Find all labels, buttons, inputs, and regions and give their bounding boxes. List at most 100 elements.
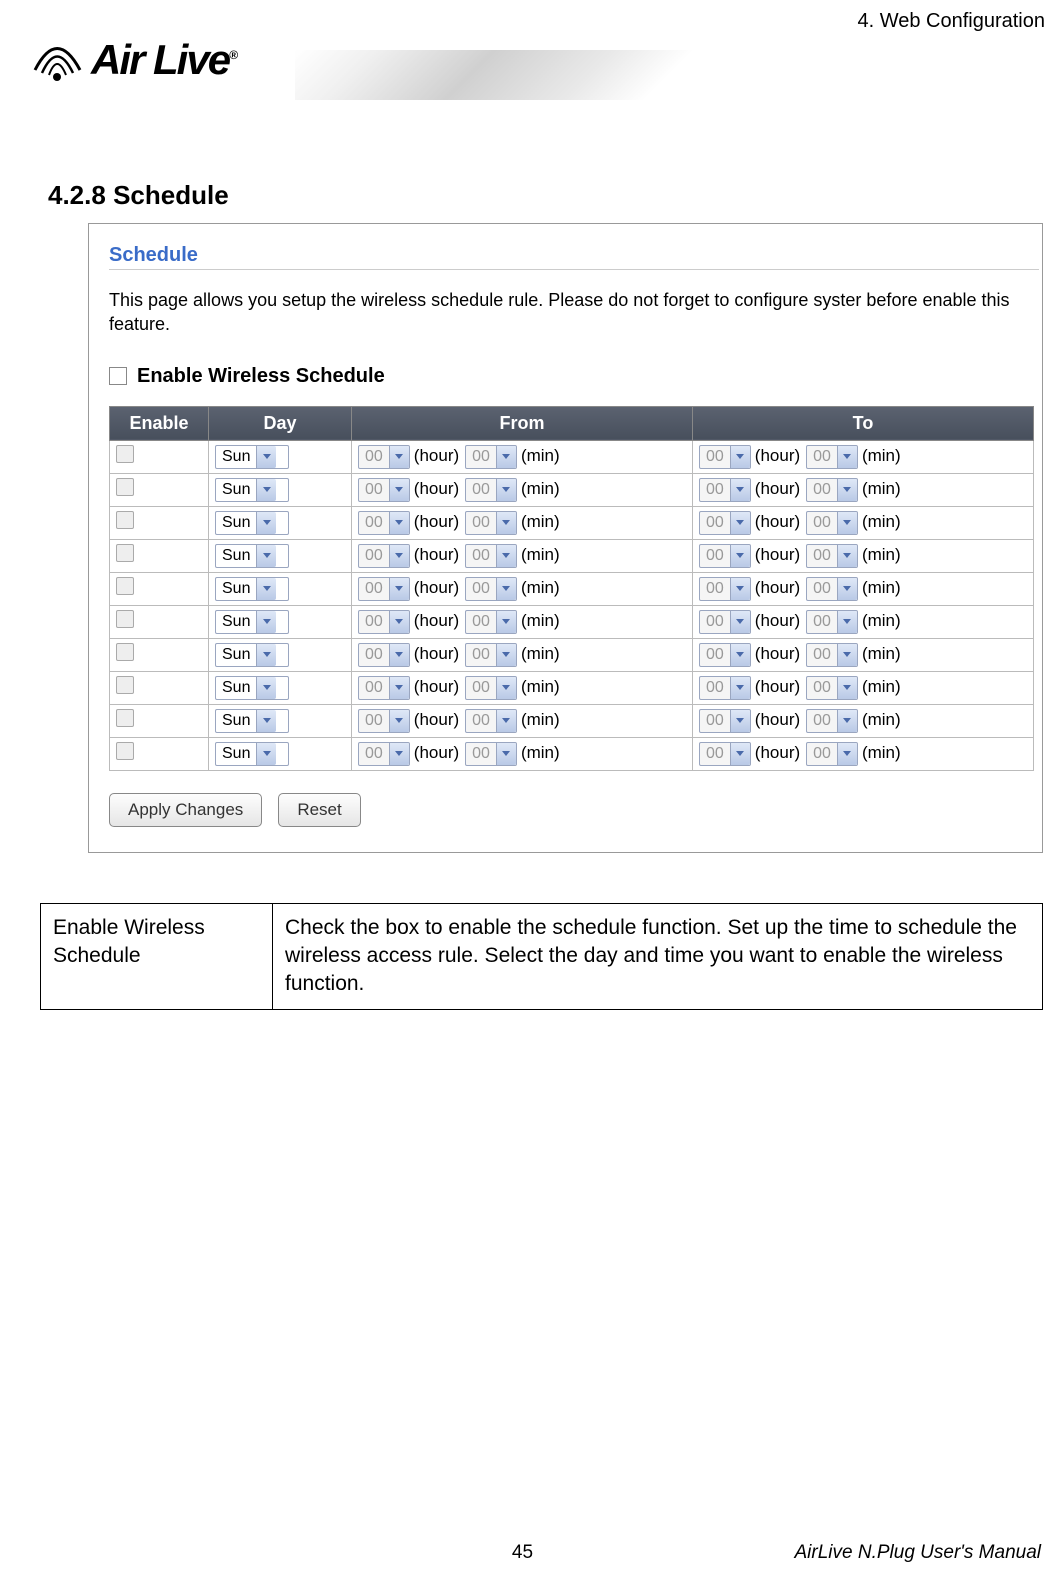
chevron-down-icon (837, 479, 857, 501)
row-enable-checkbox[interactable] (116, 478, 134, 496)
from-min-select[interactable]: 00 (465, 709, 517, 733)
chevron-down-icon (496, 644, 516, 666)
enable-wireless-label: Enable Wireless Schedule (137, 365, 385, 388)
row-enable-checkbox[interactable] (116, 610, 134, 628)
row-to-cell: 00(hour)00(min) (693, 440, 1034, 473)
day-select[interactable]: Sun (215, 445, 289, 469)
from-min-select[interactable]: 00 (465, 544, 517, 568)
from-min-select[interactable]: 00 (465, 610, 517, 634)
day-select[interactable]: Sun (215, 709, 289, 733)
schedule-title: Schedule (109, 244, 1039, 270)
to-hour-select[interactable]: 00 (699, 445, 751, 469)
row-to-cell: 00(hour)00(min) (693, 671, 1034, 704)
from-hour-select[interactable]: 00 (358, 676, 410, 700)
to-hour-select[interactable]: 00 (699, 676, 751, 700)
min-label: (min) (862, 743, 901, 762)
row-enable-checkbox[interactable] (116, 445, 134, 463)
to-min-select[interactable]: 00 (806, 544, 858, 568)
row-enable-checkbox[interactable] (116, 709, 134, 727)
to-hour-select[interactable]: 00 (699, 544, 751, 568)
min-label: (min) (521, 677, 560, 696)
to-hour-select[interactable]: 00 (699, 709, 751, 733)
row-day-cell: Sun (209, 737, 352, 770)
day-select[interactable]: Sun (215, 742, 289, 766)
to-min-select[interactable]: 00 (806, 610, 858, 634)
logo-text: Air Live® (91, 36, 236, 84)
row-from-cell: 00(hour)00(min) (352, 440, 693, 473)
day-select[interactable]: Sun (215, 478, 289, 502)
to-hour-select[interactable]: 00 (699, 643, 751, 667)
row-enable-checkbox[interactable] (116, 577, 134, 595)
to-hour-select[interactable]: 00 (699, 511, 751, 535)
to-min-select[interactable]: 00 (806, 577, 858, 601)
min-label: (min) (862, 677, 901, 696)
day-select[interactable]: Sun (215, 643, 289, 667)
to-min-select[interactable]: 00 (806, 445, 858, 469)
to-min-select[interactable]: 00 (806, 676, 858, 700)
from-hour-select[interactable]: 00 (358, 445, 410, 469)
to-min-select[interactable]: 00 (806, 478, 858, 502)
from-hour-select[interactable]: 00 (358, 544, 410, 568)
from-hour-select[interactable]: 00 (358, 577, 410, 601)
min-label: (min) (521, 446, 560, 465)
row-enable-checkbox[interactable] (116, 511, 134, 529)
to-min-select[interactable]: 00 (806, 643, 858, 667)
chevron-down-icon (837, 710, 857, 732)
chevron-down-icon (730, 710, 750, 732)
from-hour-select[interactable]: 00 (358, 478, 410, 502)
row-to-cell: 00(hour)00(min) (693, 506, 1034, 539)
from-min-select[interactable]: 00 (465, 676, 517, 700)
apply-changes-button[interactable]: Apply Changes (109, 793, 262, 827)
enable-wireless-checkbox[interactable] (109, 367, 127, 385)
from-min-select[interactable]: 00 (465, 577, 517, 601)
hour-label: (hour) (755, 512, 800, 531)
from-min-select[interactable]: 00 (465, 742, 517, 766)
row-enable-checkbox[interactable] (116, 676, 134, 694)
from-min-select[interactable]: 00 (465, 511, 517, 535)
wireless-signal-icon (30, 35, 85, 85)
min-label: (min) (862, 512, 901, 531)
row-from-cell: 00(hour)00(min) (352, 473, 693, 506)
row-enable-checkbox[interactable] (116, 643, 134, 661)
day-select[interactable]: Sun (215, 511, 289, 535)
row-day-cell: Sun (209, 440, 352, 473)
to-min-select[interactable]: 00 (806, 709, 858, 733)
from-hour-select[interactable]: 00 (358, 643, 410, 667)
from-min-select[interactable]: 00 (465, 445, 517, 469)
airlive-logo: Air Live® (30, 35, 236, 85)
day-select[interactable]: Sun (215, 610, 289, 634)
from-hour-select[interactable]: 00 (358, 610, 410, 634)
row-enable-checkbox[interactable] (116, 544, 134, 562)
chevron-down-icon (256, 578, 276, 600)
chevron-down-icon (496, 512, 516, 534)
chevron-down-icon (389, 545, 409, 567)
chevron-down-icon (256, 677, 276, 699)
from-hour-select[interactable]: 00 (358, 709, 410, 733)
from-hour-select[interactable]: 00 (358, 511, 410, 535)
chevron-down-icon (389, 512, 409, 534)
row-enable-cell (110, 440, 209, 473)
to-hour-select[interactable]: 00 (699, 577, 751, 601)
to-min-select[interactable]: 00 (806, 511, 858, 535)
from-min-select[interactable]: 00 (465, 643, 517, 667)
from-hour-select[interactable]: 00 (358, 742, 410, 766)
to-hour-select[interactable]: 00 (699, 478, 751, 502)
to-hour-select[interactable]: 00 (699, 742, 751, 766)
table-row: Sun00(hour)00(min)00(hour)00(min) (110, 737, 1034, 770)
to-min-select[interactable]: 00 (806, 742, 858, 766)
min-label: (min) (521, 578, 560, 597)
to-hour-select[interactable]: 00 (699, 610, 751, 634)
row-enable-checkbox[interactable] (116, 742, 134, 760)
hour-label: (hour) (755, 677, 800, 696)
chevron-down-icon (256, 512, 276, 534)
hour-label: (hour) (414, 512, 459, 531)
manual-title: AirLive N.Plug User's Manual (795, 1542, 1042, 1564)
day-select[interactable]: Sun (215, 544, 289, 568)
day-select[interactable]: Sun (215, 577, 289, 601)
min-label: (min) (521, 479, 560, 498)
day-select[interactable]: Sun (215, 676, 289, 700)
row-to-cell: 00(hour)00(min) (693, 638, 1034, 671)
reset-button[interactable]: Reset (278, 793, 360, 827)
description-table: Enable Wireless Schedule Check the box t… (40, 903, 1043, 1010)
from-min-select[interactable]: 00 (465, 478, 517, 502)
